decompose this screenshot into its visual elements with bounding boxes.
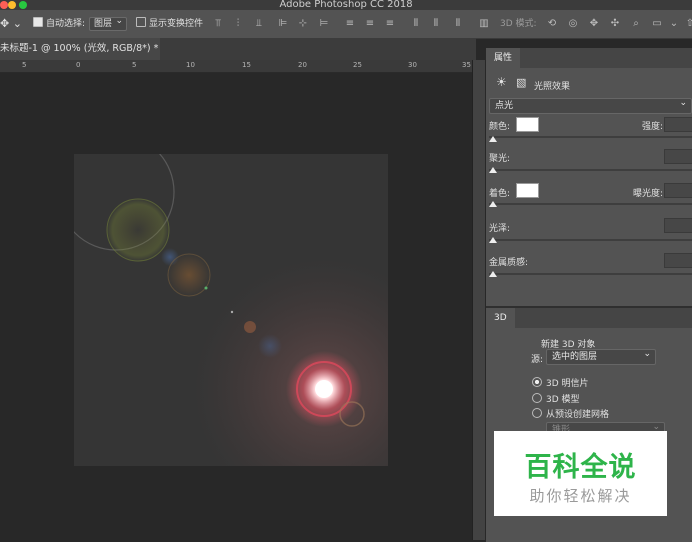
light-type-select[interactable]: 点光 bbox=[489, 96, 692, 114]
metallic-label: 金属质感: bbox=[489, 258, 529, 268]
option-mesh-from-preset[interactable]: 从预设创建网格 bbox=[532, 407, 609, 420]
ruler-label: 35 bbox=[462, 61, 471, 69]
hotspot-field[interactable] bbox=[664, 149, 692, 164]
gloss-field[interactable] bbox=[664, 218, 692, 233]
ruler-label: 30 bbox=[408, 61, 417, 69]
checkbox-icon bbox=[136, 17, 146, 27]
option-label: 3D 明信片 bbox=[546, 379, 589, 389]
move-tool-icon[interactable]: ✥ ⌄ bbox=[0, 17, 22, 31]
document-tab[interactable]: 未标题-1 @ 100% (光效, RGB/8*) * bbox=[0, 38, 160, 60]
lighting-effects-label: 光照效果 bbox=[534, 82, 571, 92]
app-title: Adobe Photoshop CC 2018 bbox=[279, 0, 413, 10]
ruler-label: 25 bbox=[353, 61, 362, 69]
auto-align-icon[interactable]: ▥ bbox=[478, 18, 490, 29]
ruler-label: 0 bbox=[76, 61, 81, 69]
panel-header bbox=[486, 308, 692, 328]
option-3d-postcard[interactable]: 3D 明信片 bbox=[532, 376, 589, 389]
metallic-slider-thumb[interactable] bbox=[489, 271, 497, 277]
search-icon[interactable]: ⌕ bbox=[630, 18, 642, 29]
intensity-field[interactable] bbox=[664, 117, 692, 132]
ruler-label: 5 bbox=[22, 61, 27, 69]
properties-panel: 属性 ☀ ▧ 光照效果 点光 颜色: 强度: 聚光: 着色: 曝光度: 光泽: … bbox=[486, 48, 692, 306]
auto-select-checkbox[interactable]: 自动选择: bbox=[33, 17, 85, 31]
auto-select-dropdown[interactable]: 图层 bbox=[89, 15, 128, 31]
distribute-bottom-icon[interactable]: ≡ bbox=[384, 18, 396, 29]
canvas-area[interactable] bbox=[0, 73, 472, 540]
gloss-slider[interactable] bbox=[489, 239, 692, 241]
exposure-slider-thumb[interactable] bbox=[489, 201, 497, 207]
roll-3d-icon[interactable]: ◎ bbox=[567, 18, 579, 29]
exposure-field[interactable] bbox=[664, 183, 692, 198]
workspace-icon[interactable]: ▭ bbox=[651, 18, 663, 29]
distribute-hcenter-icon[interactable]: ⦀ bbox=[430, 18, 442, 29]
lens-flare-image bbox=[74, 154, 388, 466]
horizontal-ruler: 5 0 5 10 15 20 25 30 35 bbox=[0, 60, 472, 73]
options-bar: ✥ ⌄ 自动选择: 图层 显示变换控件 ⫪ ⫶ ⫫ ⊫ ⊹ ⊨ ≡ ≡ ≡ ⦀ … bbox=[0, 10, 692, 39]
distribute-left-icon[interactable]: ⦀ bbox=[410, 18, 422, 29]
mode-3d-label: 3D 模式: bbox=[500, 19, 537, 29]
intensity-slider-thumb[interactable] bbox=[489, 136, 497, 142]
distribute-top-icon[interactable]: ≡ bbox=[344, 18, 356, 29]
tab-3d[interactable]: 3D bbox=[486, 308, 515, 328]
tab-properties[interactable]: 属性 bbox=[486, 48, 521, 68]
hotspot-label: 聚光: bbox=[489, 154, 511, 164]
gloss-slider-thumb[interactable] bbox=[489, 237, 497, 243]
workspace-chevron-icon[interactable]: ⌄ bbox=[668, 18, 680, 29]
option-label: 从预设创建网格 bbox=[546, 410, 610, 420]
distribute-right-icon[interactable]: ⦀ bbox=[452, 18, 464, 29]
option-3d-model[interactable]: 3D 模型 bbox=[532, 392, 580, 405]
auto-select-value: 图层 bbox=[89, 15, 128, 31]
align-right-icon[interactable]: ⊨ bbox=[318, 18, 330, 29]
auto-select-label: 自动选择: bbox=[46, 19, 86, 29]
vertical-scrollbar[interactable] bbox=[472, 60, 485, 540]
checkbox-icon bbox=[33, 17, 43, 27]
align-hcenter-icon[interactable]: ⊹ bbox=[297, 18, 309, 29]
exposure-slider[interactable] bbox=[489, 203, 692, 205]
align-top-icon[interactable]: ⫪ bbox=[212, 18, 224, 29]
gloss-label: 光泽: bbox=[489, 224, 511, 234]
ruler-label: 10 bbox=[186, 61, 195, 69]
ruler-label: 15 bbox=[242, 61, 251, 69]
document-canvas[interactable] bbox=[74, 154, 388, 466]
title-bar: Adobe Photoshop CC 2018 bbox=[0, 0, 692, 10]
image-icon: ▧ bbox=[516, 76, 527, 89]
hotspot-slider-thumb[interactable] bbox=[489, 167, 497, 173]
metallic-field[interactable] bbox=[664, 253, 692, 268]
align-left-icon[interactable]: ⊫ bbox=[277, 18, 289, 29]
colorize-label: 着色: bbox=[489, 189, 511, 199]
watermark-title: 百科全说 bbox=[524, 452, 637, 483]
metallic-slider[interactable] bbox=[489, 273, 692, 275]
watermark-subtitle: 助你轻松解决 bbox=[529, 487, 632, 505]
color-label: 颜色: bbox=[489, 122, 511, 132]
distribute-vcenter-icon[interactable]: ≡ bbox=[364, 18, 376, 29]
source-label: 源: bbox=[531, 355, 544, 365]
slide-3d-icon[interactable]: ✣ bbox=[609, 18, 621, 29]
color-swatch[interactable] bbox=[516, 117, 539, 132]
source-select[interactable]: 选中的图层 bbox=[546, 347, 656, 365]
align-vcenter-icon[interactable]: ⫶ bbox=[232, 18, 244, 29]
option-label: 3D 模型 bbox=[546, 395, 580, 405]
align-bottom-icon[interactable]: ⫫ bbox=[253, 18, 265, 29]
ruler-label: 5 bbox=[132, 61, 137, 69]
orbit-3d-icon[interactable]: ⟲ bbox=[546, 18, 558, 29]
hotspot-slider[interactable] bbox=[489, 169, 692, 171]
share-icon[interactable]: ⇧ bbox=[684, 18, 692, 29]
exposure-label: 曝光度: bbox=[633, 189, 664, 199]
intensity-label: 强度: bbox=[642, 122, 664, 132]
light-icon: ☀ bbox=[496, 75, 507, 89]
document-tab-bar: 未标题-1 @ 100% (光效, RGB/8*) * bbox=[0, 38, 476, 60]
ruler-label: 20 bbox=[298, 61, 307, 69]
intensity-slider[interactable] bbox=[489, 136, 692, 138]
watermark-logo: 百科全说 助你轻松解决 bbox=[494, 431, 667, 516]
radio-icon bbox=[532, 408, 542, 418]
colorize-swatch[interactable] bbox=[516, 183, 539, 198]
radio-icon bbox=[532, 377, 542, 387]
show-transform-checkbox[interactable]: 显示变换控件 bbox=[136, 17, 203, 31]
pan-3d-icon[interactable]: ✥ bbox=[588, 18, 600, 29]
radio-icon bbox=[532, 393, 542, 403]
show-transform-label: 显示变换控件 bbox=[149, 19, 204, 29]
